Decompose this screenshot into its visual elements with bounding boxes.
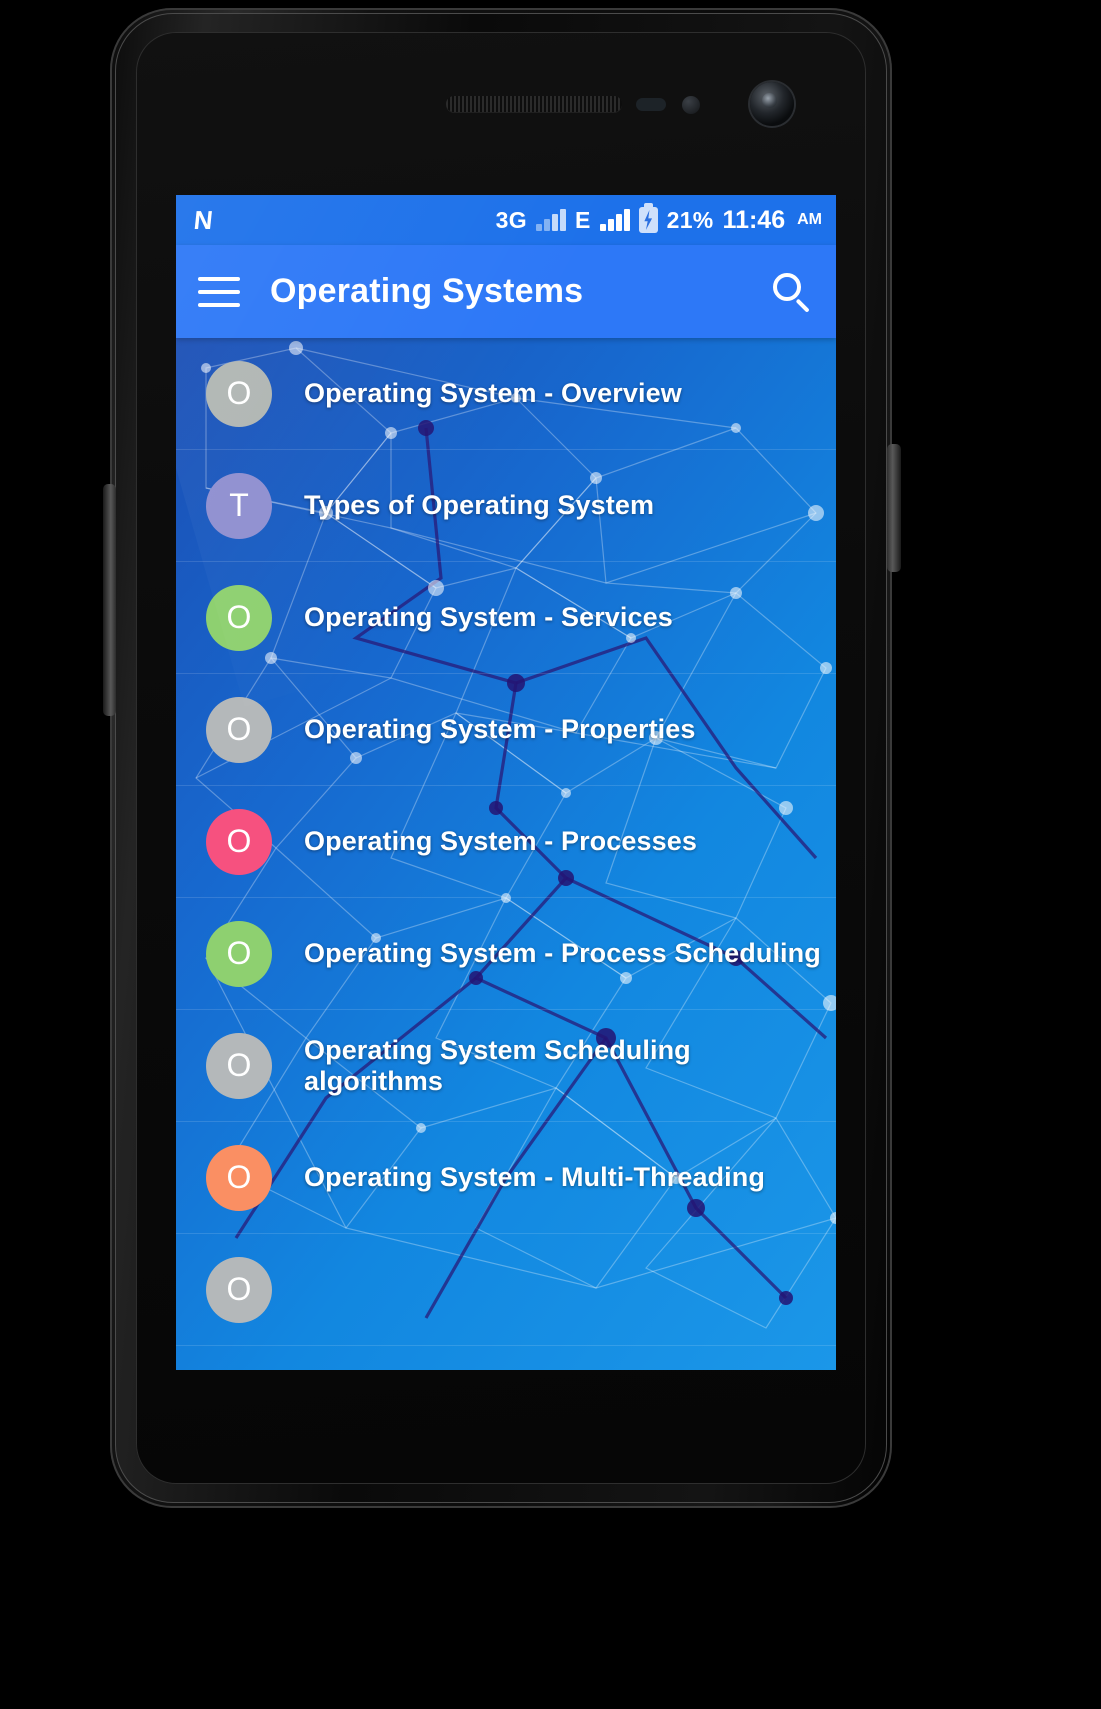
list-item[interactable]: O Operating System - Services — [176, 562, 836, 674]
list-item[interactable]: O Operating System Scheduling algorithms — [176, 1010, 836, 1122]
android-n-logo-icon: N — [192, 205, 214, 235]
avatar: O — [206, 1144, 272, 1211]
list-item-label: Operating System - Services — [304, 602, 673, 632]
list-item[interactable]: O Operating System - Process Scheduling — [176, 898, 836, 1010]
battery-percent-label: 21% — [666, 206, 714, 233]
status-bar-right-group: 3G E 21% 11:46 AM — [495, 203, 822, 235]
signal-bars-icon — [535, 209, 566, 231]
list-item-label: Operating System - Multi-Threading — [304, 1162, 765, 1192]
page-title: Operating Systems — [270, 272, 584, 310]
clock-time: 11:46 — [722, 205, 786, 234]
app-bar: Operating Systems — [176, 245, 836, 338]
network-type-e-label: E — [574, 206, 591, 233]
avatar: O — [206, 360, 272, 427]
proximity-sensor-icon — [636, 98, 666, 111]
list-item-partial[interactable]: O — [176, 1234, 836, 1346]
list-item[interactable]: O Operating System - Overview — [176, 338, 836, 450]
list-item-label: Operating System - Overview — [304, 378, 682, 408]
topic-list[interactable]: O Operating System - Overview T Types of… — [176, 338, 836, 1370]
avatar: O — [206, 1256, 272, 1323]
list-item-label: Operating System - Processes — [304, 826, 697, 856]
network-type-3g-label: 3G — [495, 206, 527, 233]
list-item-label: Operating System - Process Scheduling — [304, 938, 821, 968]
avatar: O — [206, 920, 272, 987]
hamburger-menu-icon[interactable] — [198, 276, 240, 307]
list-item[interactable]: O Operating System - Multi-Threading — [176, 1122, 836, 1234]
front-camera-icon — [750, 82, 794, 126]
light-sensor-icon — [682, 96, 700, 114]
earpiece-speaker — [446, 96, 622, 112]
avatar: T — [206, 472, 272, 539]
list-item[interactable]: O Operating System - Properties — [176, 674, 836, 786]
search-icon[interactable] — [770, 270, 814, 314]
avatar: O — [206, 808, 272, 875]
list-item[interactable]: T Types of Operating System — [176, 450, 836, 562]
signal-bars-icon-secondary — [599, 209, 630, 231]
list-item-label: Operating System Scheduling algorithms — [304, 1034, 691, 1096]
avatar: O — [206, 584, 272, 651]
status-bar: N 3G E 21% 11:46 AM — [176, 195, 836, 245]
avatar: O — [206, 696, 272, 763]
list-item[interactable]: O Operating System - Processes — [176, 786, 836, 898]
avatar: O — [206, 1032, 272, 1099]
power-button[interactable] — [887, 444, 901, 572]
volume-button[interactable] — [103, 484, 116, 716]
battery-charging-icon — [638, 203, 658, 233]
list-item-label: Types of Operating System — [304, 490, 655, 520]
list-item-label: Operating System - Properties — [304, 714, 696, 744]
phone-screen: N 3G E 21% 11:46 AM Operating Systems O … — [176, 195, 836, 1370]
list-rows: O Operating System - Overview T Types of… — [176, 338, 836, 1346]
clock-ampm: AM — [797, 211, 822, 228]
